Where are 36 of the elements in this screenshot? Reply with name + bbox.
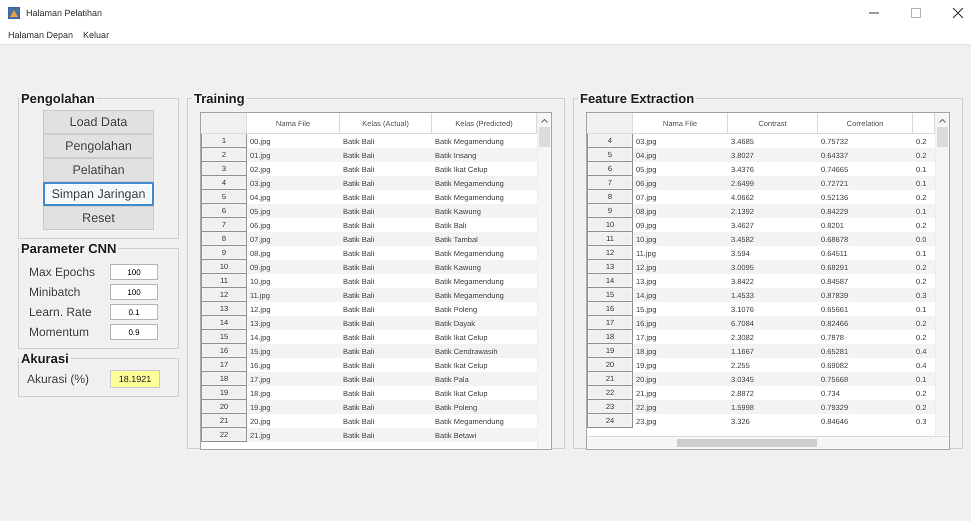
panel-title: Akurasi [20, 351, 70, 366]
field-label: Max Epochs [29, 265, 96, 279]
scroll-up-icon[interactable] [541, 119, 548, 123]
menu-item[interactable]: Halaman Depan [8, 30, 74, 40]
scroll-thumb[interactable] [539, 127, 550, 147]
menu-item[interactable]: Keluar [83, 30, 110, 40]
scrollbar[interactable] [587, 436, 949, 449]
window-title: Halaman Pelatihan [26, 8, 102, 18]
action-button[interactable]: Load Data [43, 110, 154, 134]
accuracy-label: Akurasi (%) [27, 372, 90, 386]
field-label: Learn. Rate [29, 305, 92, 319]
scroll-thumb[interactable] [677, 439, 817, 447]
table-corner [201, 113, 247, 134]
action-button[interactable]: Simpan Jaringan [43, 182, 154, 206]
accuracy-value: 18.1921 [110, 370, 160, 388]
panel-title: Training [193, 91, 246, 106]
input-field[interactable]: 100 [110, 264, 158, 280]
scrollbar[interactable] [935, 113, 949, 436]
app-icon [8, 7, 20, 19]
action-button[interactable]: Pengolahan [43, 134, 154, 158]
field-label: Momentum [29, 325, 90, 339]
input-field[interactable]: 100 [110, 284, 158, 300]
action-button[interactable]: Reset [43, 206, 154, 230]
panel-title: Feature Extraction [579, 91, 696, 106]
close-icon[interactable] [953, 8, 963, 18]
scroll-up-icon[interactable] [939, 119, 946, 123]
panel-title: Pengolahan [20, 91, 96, 106]
field-label: Minibatch [29, 285, 80, 299]
scrollbar[interactable] [537, 113, 551, 449]
maximize-icon[interactable] [911, 8, 921, 18]
action-button[interactable]: Pelatihan [43, 158, 154, 182]
table-corner [587, 113, 633, 134]
panel-title: Parameter CNN [20, 241, 118, 256]
input-field[interactable]: 0.9 [110, 324, 158, 340]
input-field[interactable]: 0.1 [110, 304, 158, 320]
scroll-thumb[interactable] [937, 127, 948, 147]
